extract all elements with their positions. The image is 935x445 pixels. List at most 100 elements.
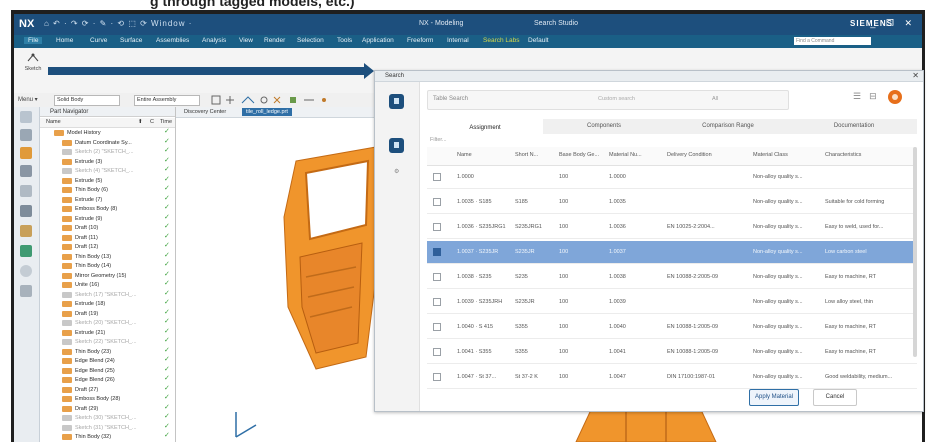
row-checkbox[interactable] [433,348,441,356]
toolbar-icons[interactable]: ☰⊟ [853,91,885,102]
tree-node[interactable]: Extrude (9) ✓ [40,214,175,223]
tree-node[interactable]: Thin Body (14) ✓ [40,261,175,270]
row-checkbox[interactable] [433,273,441,281]
table-row[interactable]: 1.0036 · S235JRG1 S235JRG1 100 1.0036 EN 100… [427,216,917,239]
tab-comparison-range[interactable]: Comparison Range [665,119,791,134]
row-checkbox[interactable] [433,298,441,306]
snap-tools-icons[interactable] [210,95,360,105]
tree-node[interactable]: Draft (19) ✓ [40,309,175,318]
tree-node[interactable]: Extrude (18) ✓ [40,299,175,308]
row-checkbox[interactable] [433,173,441,181]
quick-access-toolbar[interactable]: ⌂ ↶ · ↷ ⟳ · ✎ · ⟲ ⬚ ⟳ Window · [44,19,192,28]
tree-node[interactable]: Sketch (22) "SKETCH_... ✓ [40,337,175,346]
menu-search-labs[interactable]: Search Labs [483,37,520,44]
tab-documentation[interactable]: Documentation [791,119,917,134]
tree-node[interactable]: Model History ✓ [40,128,175,137]
tree-node[interactable]: Mirror Geometry (15) ✓ [40,271,175,280]
tree-node[interactable]: Extrude (21) ✓ [40,328,175,337]
tree-node[interactable]: Draft (29) ✓ [40,404,175,413]
tree-node[interactable]: Sketch (2) "SKETCH_... ✓ [40,147,175,156]
tree-node[interactable]: Emboss Body (8) ✓ [40,204,175,213]
tab-part-file[interactable]: tile_roll_ledge.prt [242,108,292,116]
web-browser-icon[interactable] [20,245,32,257]
tree-node[interactable]: Draft (12) ✓ [40,242,175,251]
part-icon[interactable] [20,147,32,159]
tree-node[interactable]: Sketch (30) "SKETCH_... ✓ [40,413,175,422]
tree-node[interactable]: Emboss Body (28) ✓ [40,394,175,403]
tab-components[interactable]: Components [543,119,665,134]
reuse-library-icon[interactable] [20,225,32,237]
palette-icon[interactable] [20,285,32,297]
tree-node[interactable]: Edge Blend (25) ✓ [40,366,175,375]
tree-node[interactable]: Sketch (20) "SKETCH_... ✓ [40,318,175,327]
clock-icon[interactable] [20,265,32,277]
table-row[interactable]: 1.0041 · S355 S355 100 1.0041 EN 10088-1:200… [427,341,917,364]
command-finder-input[interactable]: Find a Command [794,37,871,45]
close-icon[interactable]: ✕ [912,71,919,81]
col-delivery-condition[interactable]: Delivery Condition [667,152,712,158]
menu-dropdown[interactable]: Menu ▾ [18,96,38,103]
menu-freeform[interactable]: Freeform [407,37,433,44]
roles-icon[interactable] [20,185,32,197]
type-filter-select[interactable]: Solid Body [54,95,120,106]
row-checkbox[interactable] [433,323,441,331]
table-row[interactable]: 1.0037 · S235JR S235JR 100 1.0037 Non-alloy … [427,241,917,264]
menu-view[interactable]: View [239,37,253,44]
tree-node[interactable]: Thin Body (6) ✓ [40,185,175,194]
tree-node[interactable]: Draft (11) ✓ [40,233,175,242]
col-base-body[interactable]: Base Body Ge... [559,152,599,158]
avatar[interactable] [888,90,902,104]
menu-home[interactable]: Home [56,37,73,44]
menu-application[interactable]: Application [362,37,394,44]
tree-node[interactable]: Thin Body (13) ✓ [40,252,175,261]
col-time[interactable]: Time [160,118,172,127]
col-material-class[interactable]: Material Class [753,152,788,158]
col-material-number[interactable]: Material Nu... [609,152,642,158]
menu-render[interactable]: Render [264,37,285,44]
col-characteristics[interactable]: Characteristics [825,152,861,158]
tree-node[interactable]: Unite (16) ✓ [40,280,175,289]
menu-assemblies[interactable]: Assemblies [156,37,189,44]
tree-node[interactable]: Datum Coordinate Sy... ✓ [40,138,175,147]
table-row[interactable]: 1.0039 · S235JRH S235JR 100 1.0039 Non-alloy… [427,291,917,314]
cancel-button[interactable]: Cancel [813,389,857,406]
col-material-name[interactable]: Name [457,152,472,158]
menu-surface[interactable]: Surface [120,37,142,44]
tree-node[interactable]: Edge Blend (24) ✓ [40,356,175,365]
menu-selection[interactable]: Selection [297,37,324,44]
table-search-input[interactable]: Table Search Custom search All [427,90,789,110]
menu-curve[interactable]: Curve [90,37,107,44]
apply-material-button[interactable]: Apply Material [749,389,799,406]
tree-node[interactable]: Sketch (31) "SKETCH_... ✓ [40,423,175,432]
menu-file[interactable]: File [24,37,43,44]
row-checkbox[interactable] [433,223,441,231]
row-checkbox[interactable] [433,373,441,381]
window-controls[interactable]: _ ❐ ✕ [870,18,916,29]
menu-analysis[interactable]: Analysis [202,37,226,44]
tree-node[interactable]: Draft (27) ✓ [40,385,175,394]
assembly-icon[interactable] [20,129,32,141]
tree-node[interactable]: Thin Body (32) ✓ [40,432,175,441]
tab-assignment[interactable]: Assignment [427,119,543,136]
col-name[interactable]: Name [46,118,61,127]
tree-node[interactable]: Sketch (4) "SKETCH_... ✓ [40,166,175,175]
menu-internal[interactable]: Internal [447,37,469,44]
navigator-icon[interactable] [20,111,32,123]
tab-discovery-center[interactable]: Discovery Center [180,108,230,116]
table-row[interactable]: 1.0000 100 1.0000 Non-alloy quality s... [427,166,917,189]
col-c[interactable]: C [150,118,154,127]
table-row[interactable]: 1.0040 · S 415 S355 100 1.0040 EN 10088-1:20… [427,316,917,339]
tree-node[interactable]: Sketch (17) "SKETCH_... ✓ [40,290,175,299]
row-checkbox[interactable] [433,198,441,206]
row-checkbox[interactable] [433,248,441,256]
table-scrollbar[interactable] [913,147,917,357]
table-row[interactable]: 1.0047 · St 37... St 37-2 K 100 1.0047 DIN 1… [427,366,917,389]
col-up[interactable]: ⬆ [138,118,143,127]
search-panel-icon[interactable] [389,94,404,109]
tree-node[interactable]: Extrude (7) ✓ [40,195,175,204]
table-row[interactable]: 1.0038 · S235 S235 100 1.0038 EN 10088-2:200… [427,266,917,289]
scope-filter[interactable]: All [712,96,718,102]
menu-tools[interactable]: Tools [337,37,352,44]
table-row[interactable]: 1.0035 · S185 S185 100 1.0035 Non-alloy qual… [427,191,917,214]
tree-node[interactable]: Extrude (3) ✓ [40,157,175,166]
